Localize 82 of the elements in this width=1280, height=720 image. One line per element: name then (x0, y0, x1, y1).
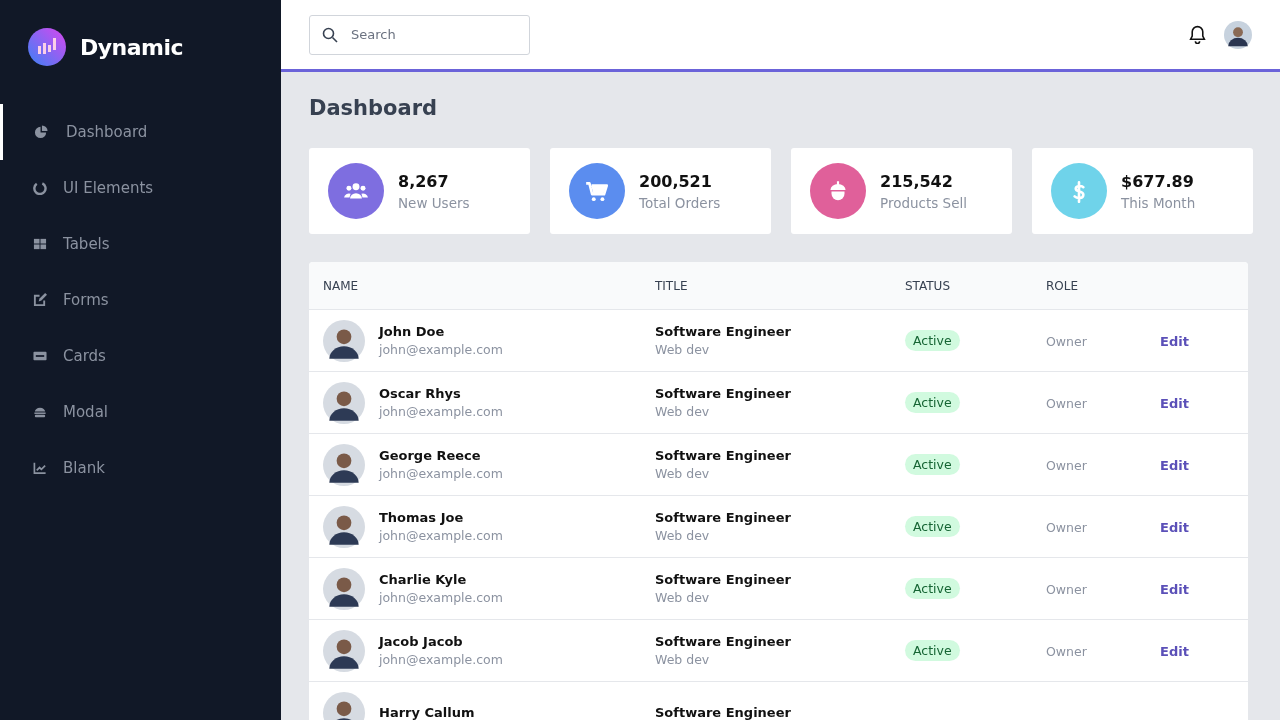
avatar (323, 319, 365, 362)
role-text: Owner (1046, 582, 1087, 597)
stat-label: New Users (398, 194, 470, 211)
stat-label: Products Sell (880, 194, 967, 211)
role-text: Owner (1046, 458, 1087, 473)
edit-link[interactable]: Edit (1160, 520, 1189, 535)
stat-value: $677.89 (1121, 171, 1195, 191)
status-badge: Active (905, 330, 960, 351)
stat-label: Total Orders (639, 194, 721, 211)
cart-icon (584, 179, 610, 203)
line-chart-icon (33, 461, 47, 475)
column-header: NAME (322, 278, 360, 293)
role-text: Owner (1046, 396, 1087, 411)
edit-icon (33, 293, 47, 307)
stat-label: This Month (1121, 194, 1196, 211)
edit-link[interactable]: Edit (1160, 334, 1189, 349)
role-text: Owner (1046, 334, 1087, 349)
avatar (323, 567, 365, 610)
edit-link[interactable]: Edit (1160, 396, 1189, 411)
logo-icon (28, 28, 66, 66)
stat-value: 215,542 (880, 171, 954, 191)
person-email: john@example.com (379, 342, 503, 357)
department: Web dev (655, 404, 711, 419)
pie-chart-icon (34, 125, 48, 139)
stat-value: 200,521 (639, 171, 713, 191)
column-header: STATUS (905, 278, 952, 293)
job-title: Software Engineer (655, 572, 792, 587)
edit-link[interactable]: Edit (1160, 582, 1189, 597)
job-title: Software Engineer (655, 705, 792, 720)
avatar[interactable] (1224, 20, 1252, 49)
department: Web dev (655, 466, 711, 481)
grid-icon (33, 237, 47, 251)
person-name: Jacob Jacob (379, 634, 464, 649)
avatar (323, 381, 365, 424)
brand-name: Dynamic (80, 34, 184, 60)
person-email: john@example.com (379, 404, 503, 419)
status-badge: Active (905, 454, 960, 475)
page-title: Dashboard (309, 96, 439, 120)
ring-icon (33, 181, 47, 195)
person-email: john@example.com (379, 590, 503, 605)
person-email: john@example.com (379, 466, 503, 481)
job-title: Software Engineer (655, 448, 792, 463)
avatar (323, 505, 365, 548)
person-email: john@example.com (379, 652, 503, 667)
job-title: Software Engineer (655, 324, 792, 339)
person-name: Thomas Joe (379, 510, 465, 525)
status-badge: Active (905, 516, 960, 537)
status-badge: Active (905, 640, 960, 661)
avatar (323, 629, 365, 672)
edit-link[interactable]: Edit (1160, 458, 1189, 473)
department: Web dev (655, 342, 711, 357)
sidebar-item[interactable]: Tabels (0, 216, 281, 272)
sidebar-item[interactable]: Blank (0, 440, 281, 496)
person-name: John Doe (379, 324, 446, 339)
department: Web dev (655, 528, 711, 543)
status-badge: Active (905, 578, 960, 599)
job-title: Software Engineer (655, 386, 792, 401)
role-text: Owner (1046, 520, 1087, 535)
job-title: Software Engineer (655, 634, 792, 649)
sidebar-item[interactable]: UI Elements (0, 160, 281, 216)
person-name: Oscar Rhys (379, 386, 462, 401)
person-email: john@example.com (379, 528, 503, 543)
department: Web dev (655, 590, 711, 605)
person-name: George Reece (379, 448, 482, 463)
column-header: TITLE (655, 278, 689, 293)
job-title: Software Engineer (655, 510, 792, 525)
role-text: Owner (1046, 644, 1087, 659)
person-name: Charlie Kyle (379, 572, 468, 587)
avatar (323, 443, 365, 486)
card-icon (33, 349, 47, 363)
burger-icon (33, 405, 47, 419)
search-field[interactable]: Search (309, 14, 530, 55)
sidebar-item[interactable]: Cards (0, 328, 281, 384)
bell-icon[interactable] (1189, 25, 1206, 44)
department: Web dev (655, 652, 711, 667)
column-header: ROLE (1046, 278, 1080, 293)
person-name: Harry Callum (379, 705, 475, 720)
sidebar-item[interactable]: Forms (0, 272, 281, 328)
sidebar-item[interactable]: Modal (0, 384, 281, 440)
edit-link[interactable]: Edit (1160, 644, 1189, 659)
status-badge: Active (905, 392, 960, 413)
stat-value: 8,267 (398, 171, 450, 191)
